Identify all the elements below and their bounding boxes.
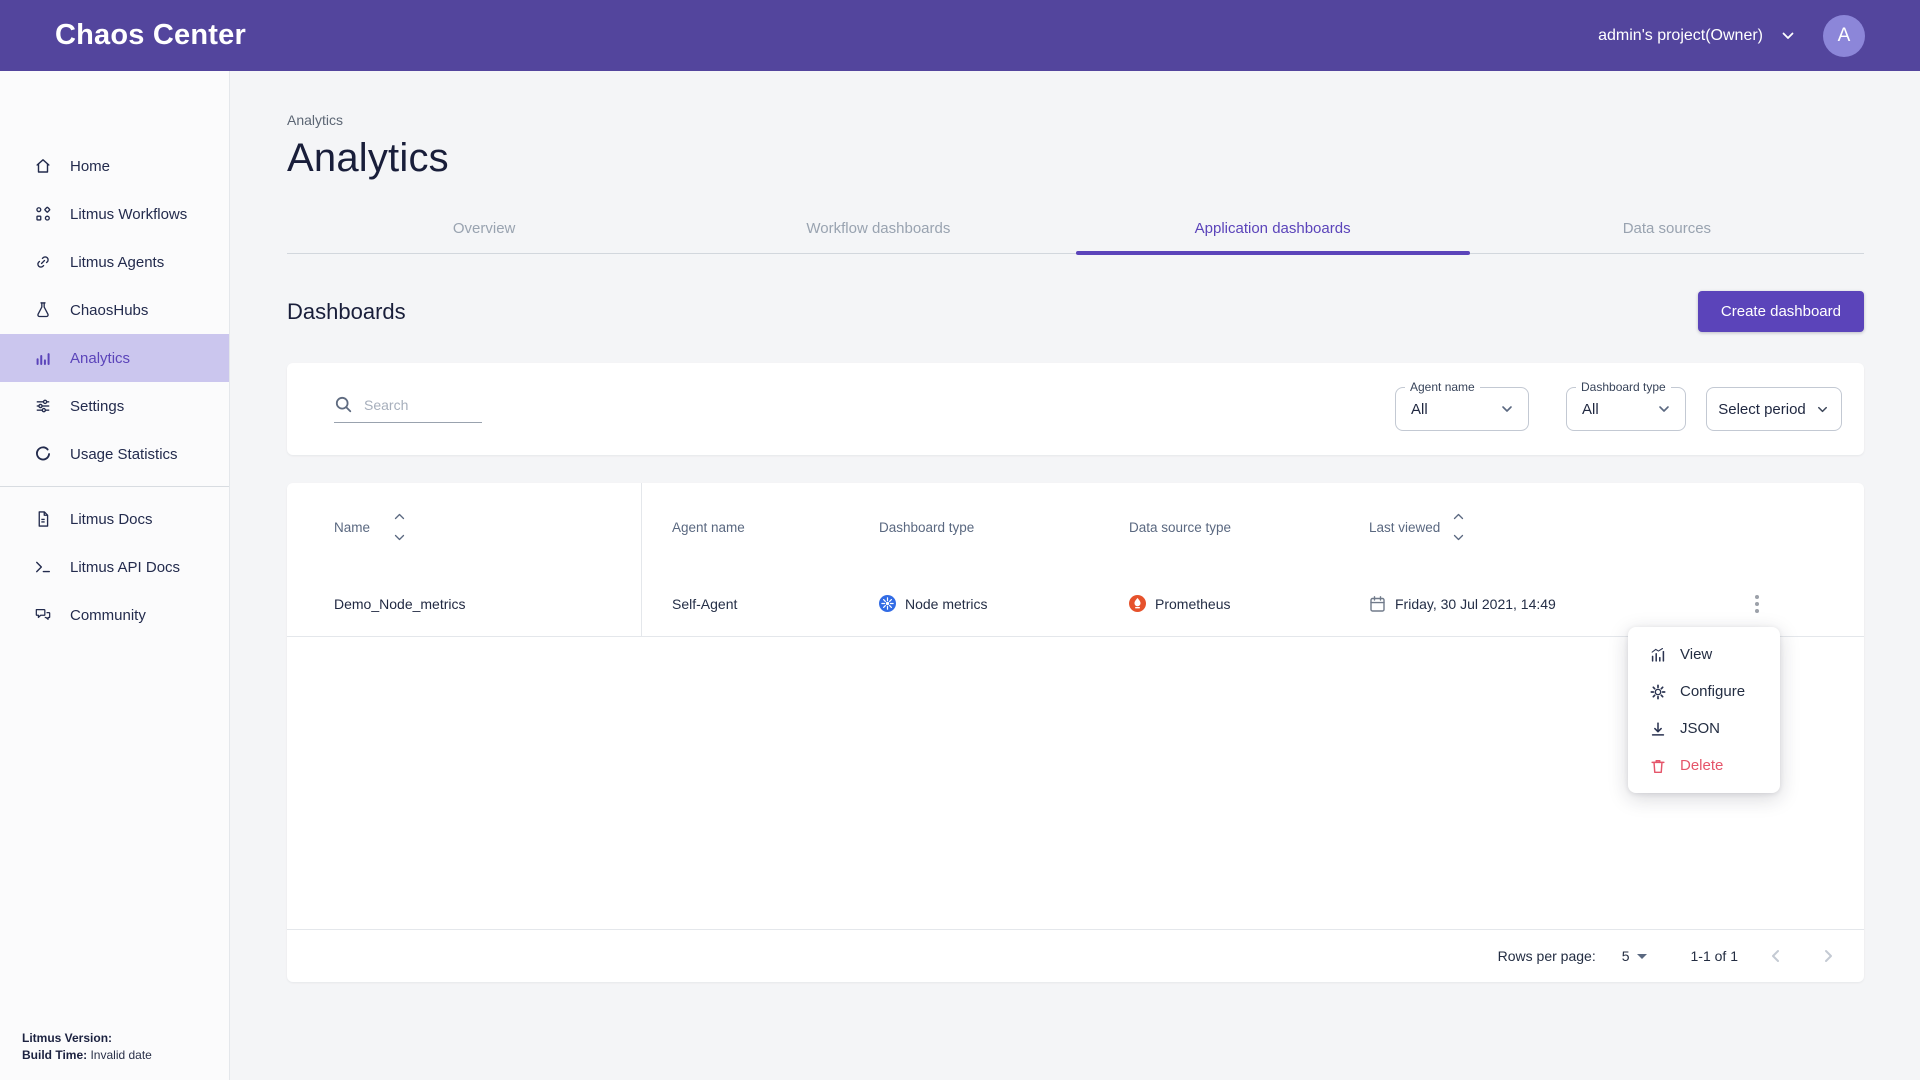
sort-asc-icon bbox=[1453, 513, 1464, 520]
page-title: Analytics bbox=[287, 136, 1864, 181]
select-period-button[interactable]: Select period bbox=[1706, 387, 1842, 431]
search-icon bbox=[334, 395, 353, 414]
sort-buttons-name[interactable] bbox=[394, 513, 405, 541]
chat-icon bbox=[33, 605, 53, 625]
chart-icon bbox=[1649, 646, 1667, 664]
sidebar: Home Litmus Workflows Litmus Agents Chao… bbox=[0, 71, 230, 1080]
chevron-right-icon bbox=[1818, 946, 1838, 966]
top-bar: Chaos Center admin's project(Owner) A bbox=[0, 0, 1920, 71]
sidebar-item-usage-statistics[interactable]: Usage Statistics bbox=[0, 430, 229, 478]
home-icon bbox=[33, 156, 53, 176]
column-header-last-viewed: Last viewed bbox=[1369, 520, 1440, 535]
terminal-icon bbox=[33, 557, 53, 577]
create-dashboard-button[interactable]: Create dashboard bbox=[1698, 291, 1864, 332]
data-source-type: Prometheus bbox=[1155, 596, 1230, 612]
previous-page-button[interactable] bbox=[1762, 942, 1790, 970]
next-page-button[interactable] bbox=[1814, 942, 1842, 970]
column-header-data-source-type: Data source type bbox=[1129, 520, 1231, 535]
version-info: Litmus Version: Build Time: Invalid date bbox=[22, 1030, 152, 1064]
tab-overview[interactable]: Overview bbox=[287, 205, 681, 253]
row-options-button[interactable] bbox=[1749, 589, 1765, 619]
agent-name: Self-Agent bbox=[672, 596, 737, 612]
sidebar-item-litmus-agents[interactable]: Litmus Agents bbox=[0, 238, 229, 286]
last-viewed: Friday, 30 Jul 2021, 14:49 bbox=[1395, 596, 1556, 612]
column-header-dashboard-type: Dashboard type bbox=[879, 520, 974, 535]
gear-icon bbox=[1649, 683, 1667, 701]
dashboard-type: Node metrics bbox=[905, 596, 987, 612]
download-icon bbox=[1649, 720, 1667, 738]
sort-desc-icon bbox=[1453, 534, 1464, 541]
sidebar-item-litmus-workflows[interactable]: Litmus Workflows bbox=[0, 190, 229, 238]
link-icon bbox=[33, 252, 53, 272]
menu-item-json[interactable]: JSON bbox=[1628, 710, 1780, 747]
tab-application-dashboards[interactable]: Application dashboards bbox=[1076, 205, 1470, 253]
sliders-icon bbox=[33, 396, 53, 416]
chevron-down-icon bbox=[1656, 401, 1672, 417]
sidebar-item-home[interactable]: Home bbox=[0, 142, 229, 190]
pagination: Rows per page: 5 1-1 of 1 bbox=[287, 929, 1864, 982]
chevron-left-icon bbox=[1766, 946, 1786, 966]
filter-bar: Agent name All Dashboard type All Select… bbox=[287, 363, 1864, 455]
menu-item-view[interactable]: View bbox=[1628, 636, 1780, 673]
usage-icon bbox=[33, 444, 53, 464]
row-context-menu: View Configure JSON Delete bbox=[1628, 627, 1780, 793]
trash-icon bbox=[1649, 757, 1667, 775]
dashboard-name: Demo_Node_metrics bbox=[334, 596, 466, 612]
search-input[interactable] bbox=[364, 397, 482, 413]
chevron-down-icon bbox=[1499, 401, 1515, 417]
sort-buttons-last-viewed[interactable] bbox=[1453, 513, 1464, 541]
search-field bbox=[334, 395, 482, 423]
rows-per-page-select[interactable]: 5 bbox=[1622, 948, 1647, 964]
sidebar-item-litmus-api-docs[interactable]: Litmus API Docs bbox=[0, 543, 229, 591]
kubernetes-icon bbox=[879, 595, 896, 612]
calendar-icon bbox=[1369, 595, 1386, 613]
column-header-name: Name bbox=[334, 520, 370, 535]
chart-icon bbox=[33, 348, 53, 368]
workflows-icon bbox=[33, 204, 53, 224]
rows-per-page-label: Rows per page: bbox=[1498, 948, 1596, 964]
sort-desc-icon bbox=[394, 534, 405, 541]
project-selector-label[interactable]: admin's project(Owner) bbox=[1598, 27, 1763, 45]
agent-name-select[interactable]: Agent name All bbox=[1395, 387, 1529, 431]
sidebar-item-community[interactable]: Community bbox=[0, 591, 229, 639]
chevron-down-icon bbox=[1815, 402, 1830, 417]
sidebar-divider bbox=[0, 486, 229, 487]
app-title: Chaos Center bbox=[55, 19, 246, 52]
menu-item-configure[interactable]: Configure bbox=[1628, 673, 1780, 710]
tabs: Overview Workflow dashboards Application… bbox=[287, 205, 1864, 254]
chevron-down-icon[interactable] bbox=[1779, 27, 1797, 45]
sidebar-item-settings[interactable]: Settings bbox=[0, 382, 229, 430]
tab-workflow-dashboards[interactable]: Workflow dashboards bbox=[681, 205, 1075, 253]
sidebar-item-litmus-docs[interactable]: Litmus Docs bbox=[0, 495, 229, 543]
section-title: Dashboards bbox=[287, 299, 406, 325]
dashboard-type-select[interactable]: Dashboard type All bbox=[1566, 387, 1686, 431]
column-header-agent-name: Agent name bbox=[672, 520, 745, 535]
document-icon bbox=[33, 509, 53, 529]
avatar[interactable]: A bbox=[1823, 15, 1865, 57]
main-content: Analytics Analytics Overview Workflow da… bbox=[230, 71, 1920, 1080]
sort-asc-icon bbox=[394, 513, 405, 520]
menu-item-delete[interactable]: Delete bbox=[1628, 747, 1780, 784]
table-header-row: Name Agent name Dashboard type Data sour… bbox=[287, 483, 1864, 571]
sidebar-item-chaoshubs[interactable]: ChaosHubs bbox=[0, 286, 229, 334]
breadcrumb[interactable]: Analytics bbox=[287, 112, 1864, 128]
pagination-range: 1-1 of 1 bbox=[1691, 948, 1738, 964]
tab-data-sources[interactable]: Data sources bbox=[1470, 205, 1864, 253]
table-row: Demo_Node_metrics Self-Agent Node metric… bbox=[287, 571, 1864, 637]
flask-icon bbox=[33, 300, 53, 320]
sidebar-item-analytics[interactable]: Analytics bbox=[0, 334, 229, 382]
prometheus-icon bbox=[1129, 595, 1146, 612]
caret-down-icon bbox=[1637, 954, 1647, 959]
